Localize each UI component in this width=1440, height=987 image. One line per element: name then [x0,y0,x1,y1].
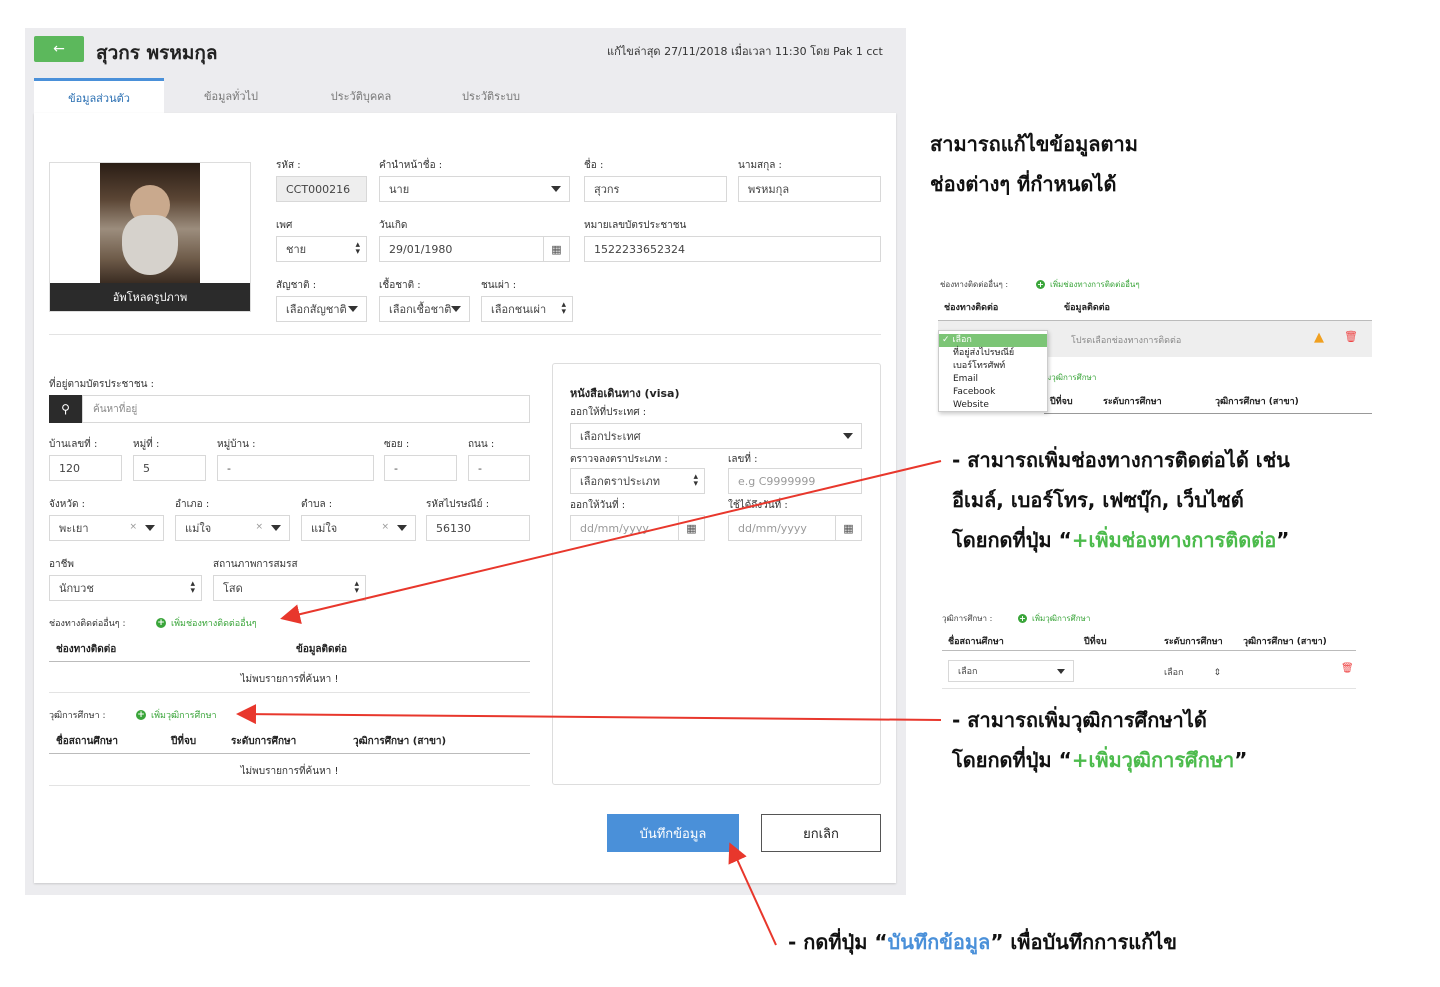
arrow-to-save [728,842,777,946]
arrow-to-add-contact [280,460,942,625]
annotation-arrows [236,460,942,946]
arrow-to-add-education [236,704,942,725]
